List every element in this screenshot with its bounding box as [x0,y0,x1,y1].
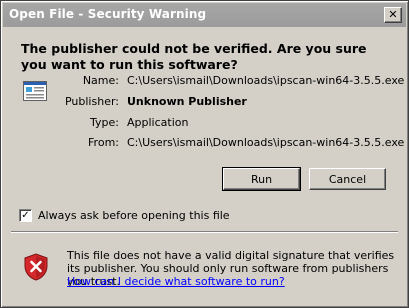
from-label: From: [88,136,119,149]
always-ask-label[interactable]: Always ask before opening this file [38,209,230,222]
run-button[interactable]: Run [222,167,301,191]
application-file-icon [23,81,47,101]
warning-heading: The publisher could not be verified. Are… [21,41,367,72]
security-shield-error-icon [24,253,48,281]
close-button[interactable]: ✕ [384,7,402,23]
always-ask-option[interactable]: ✓ Always ask before opening this file [19,208,230,222]
help-link[interactable]: How can I decide what software to run? [67,275,285,288]
security-warning-dialog: Open File - Security Warning ✕ The publi… [0,0,409,308]
title-bar[interactable]: Open File - Security Warning ✕ [3,3,406,27]
window-title: Open File - Security Warning [9,7,207,21]
from-value: C:\Users\ismail\Downloads\ipscan-win64-3… [127,136,405,149]
publisher-label: Publisher: [64,95,119,108]
divider [11,231,398,233]
type-value: Application [127,116,189,129]
type-label: Type: [90,116,119,129]
cancel-button[interactable]: Cancel [309,168,386,190]
name-value: C:\Users\ismail\Downloads\ipscan-win64-3… [127,74,405,87]
name-label: Name: [82,74,119,87]
publisher-value: Unknown Publisher [127,95,247,108]
always-ask-checkbox[interactable]: ✓ [19,208,32,222]
